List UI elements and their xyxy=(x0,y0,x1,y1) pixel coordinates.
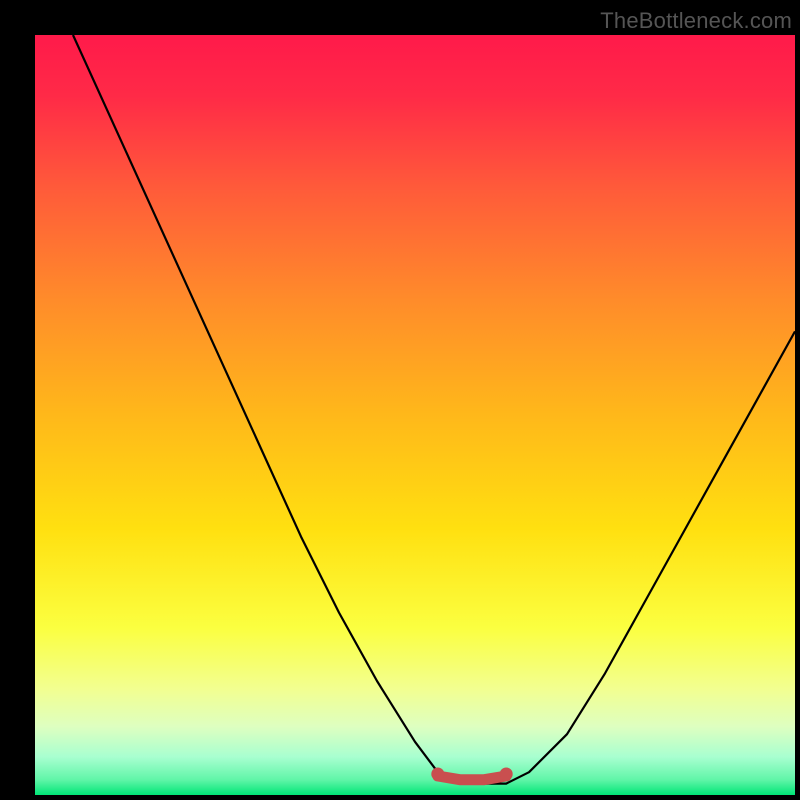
trough-marker-dot xyxy=(500,768,513,781)
curve-path xyxy=(73,35,795,784)
watermark-text: TheBottleneck.com xyxy=(600,8,792,34)
trough-marker-dot xyxy=(431,768,444,781)
trough-marker xyxy=(438,776,506,780)
chart-container: TheBottleneck.com xyxy=(0,0,800,800)
plot-area xyxy=(35,35,795,795)
bottleneck-curve xyxy=(35,35,795,795)
